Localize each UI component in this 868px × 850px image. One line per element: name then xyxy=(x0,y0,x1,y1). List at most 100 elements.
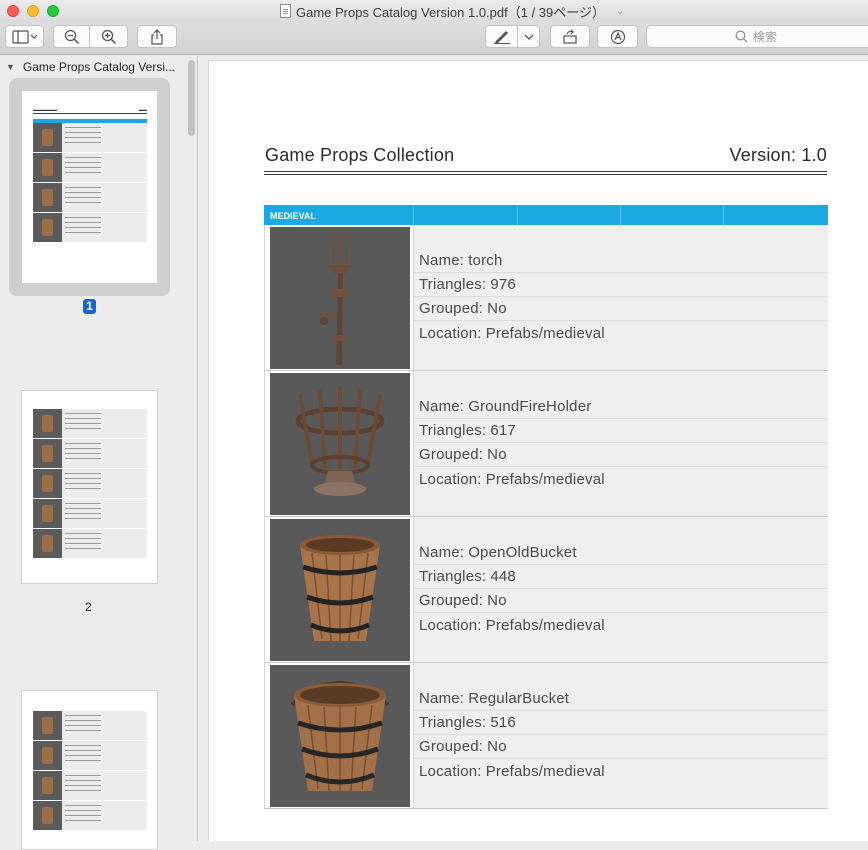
markup-button[interactable] xyxy=(485,25,518,48)
prop-name: RegularBucket xyxy=(468,690,570,707)
prop-grouped-line: Grouped: No xyxy=(414,589,828,613)
window-title[interactable]: Game Props Catalog Version 1.0.pdf（1 / 3… xyxy=(280,3,624,20)
mini-table xyxy=(33,711,147,831)
prop-grouped: No xyxy=(487,592,507,609)
mini-row xyxy=(33,439,147,469)
mini-row xyxy=(33,153,147,183)
close-window-button[interactable] xyxy=(7,5,19,17)
table-row: Name: GroundFireHolder Triangles: 617 Grou… xyxy=(264,371,828,517)
field-label: Grouped: xyxy=(419,738,484,755)
disclosure-triangle-icon[interactable]: ▼ xyxy=(6,62,15,72)
table-row: Name: OpenOldBucket Triangles: 448 Grouped… xyxy=(264,517,828,663)
field-label: Name: xyxy=(419,398,465,415)
mini-row xyxy=(33,213,147,243)
document-header: Game Props Collection Version: 1.0 xyxy=(265,145,827,166)
field-label: Location: xyxy=(419,763,482,780)
table-row: Name: RegularBucket Triangles: 516 Grouped… xyxy=(264,663,828,809)
zoom-in-icon xyxy=(101,29,116,44)
page-number-1[interactable]: 1 xyxy=(83,299,96,314)
prop-name-line: Name: torch xyxy=(414,249,828,273)
sidebar-toggle-button[interactable] xyxy=(5,25,44,48)
prop-grouped: No xyxy=(487,446,507,463)
document-view[interactable]: Game Props Collection Version: 1.0 MEDIE… xyxy=(199,56,868,841)
section-header: MEDIEVAL xyxy=(264,205,828,225)
field-label: Grouped: xyxy=(419,446,484,463)
mini-row xyxy=(33,801,147,831)
prop-location-line: Location: Prefabs/medieval xyxy=(414,467,828,491)
field-label: Triangles: xyxy=(419,568,487,585)
mini-table xyxy=(33,409,147,559)
prop-location-line: Location: Prefabs/medieval xyxy=(414,321,828,345)
thumbnail-sidebar[interactable]: ▼ Game Props Catalog Versi... ▬▬▬▬▬▬ ▬▬ 1… xyxy=(0,56,198,850)
prop-name-line: Name: RegularBucket xyxy=(414,687,828,711)
zoom-out-icon xyxy=(64,29,79,44)
field-label: Triangles: xyxy=(419,276,487,293)
prop-image-cell xyxy=(264,517,414,662)
annotate-button[interactable] xyxy=(597,25,638,48)
field-label: Name: xyxy=(419,690,465,707)
page-number-2[interactable]: 2 xyxy=(85,600,92,614)
chevron-down-icon[interactable]: ⌄ xyxy=(616,6,624,17)
prop-name: OpenOldBucket xyxy=(468,544,577,561)
mini-row xyxy=(33,469,147,499)
field-label: Name: xyxy=(419,544,465,561)
document-version: Version: 1.0 xyxy=(729,145,827,165)
prop-triangles: 617 xyxy=(490,422,516,439)
maximize-window-button[interactable] xyxy=(47,5,59,17)
markup-menu-button[interactable] xyxy=(517,25,540,48)
page-thumbnail-1[interactable]: ▬▬▬▬▬▬ ▬▬ xyxy=(21,90,158,284)
toolbar: 検索 xyxy=(0,22,868,55)
prop-grouped: No xyxy=(487,738,507,755)
mini-row xyxy=(33,741,147,771)
page-thumbnail-3[interactable] xyxy=(21,690,158,850)
field-label: Grouped: xyxy=(419,592,484,609)
ground-fire-holder-image xyxy=(270,373,410,515)
mini-row xyxy=(33,771,147,801)
document-title: Game Props Collection xyxy=(265,145,455,165)
sidebar-document-header[interactable]: ▼ Game Props Catalog Versi... xyxy=(0,56,184,77)
prop-triangles: 976 xyxy=(490,276,516,293)
chevron-down-icon xyxy=(524,34,533,40)
prop-triangles-line: Triangles: 617 xyxy=(414,419,828,443)
prop-location-line: Location: Prefabs/medieval xyxy=(414,613,828,637)
mini-row xyxy=(33,183,147,213)
window-title-text: Game Props Catalog Version 1.0.pdf（1 / 3… xyxy=(296,4,605,20)
minimize-window-button[interactable] xyxy=(27,5,39,17)
prop-name: GroundFireHolder xyxy=(468,398,592,415)
zoom-in-button[interactable] xyxy=(89,25,128,48)
rotate-button[interactable] xyxy=(550,25,590,48)
field-label: Location: xyxy=(419,325,482,342)
page-thumbnail-2[interactable] xyxy=(21,390,158,584)
torch-icon xyxy=(270,227,410,369)
prop-name-line: Name: GroundFireHolder xyxy=(414,395,828,419)
pdf-document-icon xyxy=(280,4,291,18)
mini-row xyxy=(33,409,147,439)
prop-grouped-line: Grouped: No xyxy=(414,297,828,321)
header-divider xyxy=(264,174,827,175)
prop-image-cell xyxy=(264,663,414,808)
prop-triangles-line: Triangles: 516 xyxy=(414,711,828,735)
mini-row xyxy=(33,123,147,153)
sidebar-icon xyxy=(11,29,37,44)
share-button[interactable] xyxy=(137,25,177,48)
mini-row xyxy=(33,499,147,529)
annotate-icon xyxy=(610,29,625,44)
prop-name: torch xyxy=(468,252,503,269)
sidebar-scrollbar[interactable] xyxy=(188,60,195,136)
bucket-icon xyxy=(270,519,410,661)
regular-bucket-image xyxy=(270,665,410,807)
zoom-out-button[interactable] xyxy=(53,25,90,48)
prop-location: Prefabs/medieval xyxy=(485,617,605,634)
prop-grouped: No xyxy=(487,300,507,317)
bucket-icon xyxy=(270,665,410,807)
prop-location: Prefabs/medieval xyxy=(485,471,605,488)
torch-image xyxy=(270,227,410,369)
header-divider xyxy=(264,171,827,172)
title-bar: Game Props Catalog Version 1.0.pdf（1 / 3… xyxy=(0,0,868,22)
share-icon xyxy=(151,28,163,45)
rotate-icon xyxy=(563,29,577,44)
prop-triangles: 448 xyxy=(490,568,516,585)
pdf-page-1: Game Props Collection Version: 1.0 MEDIE… xyxy=(208,60,868,841)
search-field[interactable]: 検索 xyxy=(646,25,868,48)
fire-holder-icon xyxy=(270,373,410,515)
